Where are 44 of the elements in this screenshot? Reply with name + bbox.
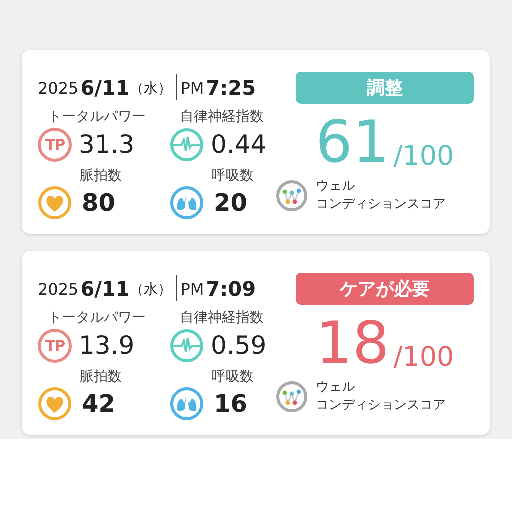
score-caption: コンディションスコア [316, 196, 446, 214]
metric-label: トータルパワー [47, 309, 147, 327]
lungs-icon [170, 186, 204, 220]
metric-value: 0.44 [211, 130, 267, 160]
time: 7:09 [206, 277, 256, 301]
ampm: PM [180, 279, 204, 301]
score-value: 61 [316, 110, 390, 174]
metric-value: 80 [81, 190, 116, 216]
metric-label: 呼吸数 [211, 168, 255, 184]
score-caption: コンディションスコア [316, 397, 446, 415]
metric-value: 31.3 [79, 130, 135, 160]
tp-icon: TP [38, 128, 72, 162]
weekday: （水） [130, 80, 172, 99]
date-day: 6/11 [80, 76, 130, 100]
weekday: （水） [130, 281, 172, 300]
metric-value: 13.9 [79, 331, 135, 361]
pulse-wave-icon [170, 329, 204, 363]
status-badge: 調整 [296, 72, 474, 104]
metric-label: 脈拍数 [79, 369, 123, 385]
status-badge: ケアが必要 [296, 273, 474, 305]
tp-icon: TP [38, 329, 72, 363]
date-year: 2025 [38, 78, 79, 100]
score-value: 18 [316, 311, 390, 375]
time: 7:25 [206, 76, 256, 100]
colored-dots-logo-icon [276, 180, 308, 212]
score-caption: ウェル [316, 178, 356, 196]
score-caption: ウェル [316, 379, 356, 397]
date-year: 2025 [38, 279, 79, 301]
metric-label: 脈拍数 [79, 168, 123, 184]
score-max: /100 [394, 341, 454, 375]
metric-label: トータルパワー [47, 108, 147, 126]
metric-value: 20 [213, 190, 248, 216]
ampm: PM [180, 78, 204, 100]
metric-label: 自律神経指数 [179, 309, 265, 327]
pulse-wave-icon [170, 128, 204, 162]
score-max: /100 [394, 140, 454, 174]
colored-dots-logo-icon [276, 381, 308, 413]
metric-label: 自律神経指数 [179, 108, 265, 126]
date-day: 6/11 [80, 277, 130, 301]
metric-value: 16 [213, 391, 248, 417]
metric-value: 42 [81, 391, 116, 417]
metric-label: 呼吸数 [211, 369, 255, 385]
lungs-icon [170, 387, 204, 421]
metric-value: 0.59 [211, 331, 267, 361]
